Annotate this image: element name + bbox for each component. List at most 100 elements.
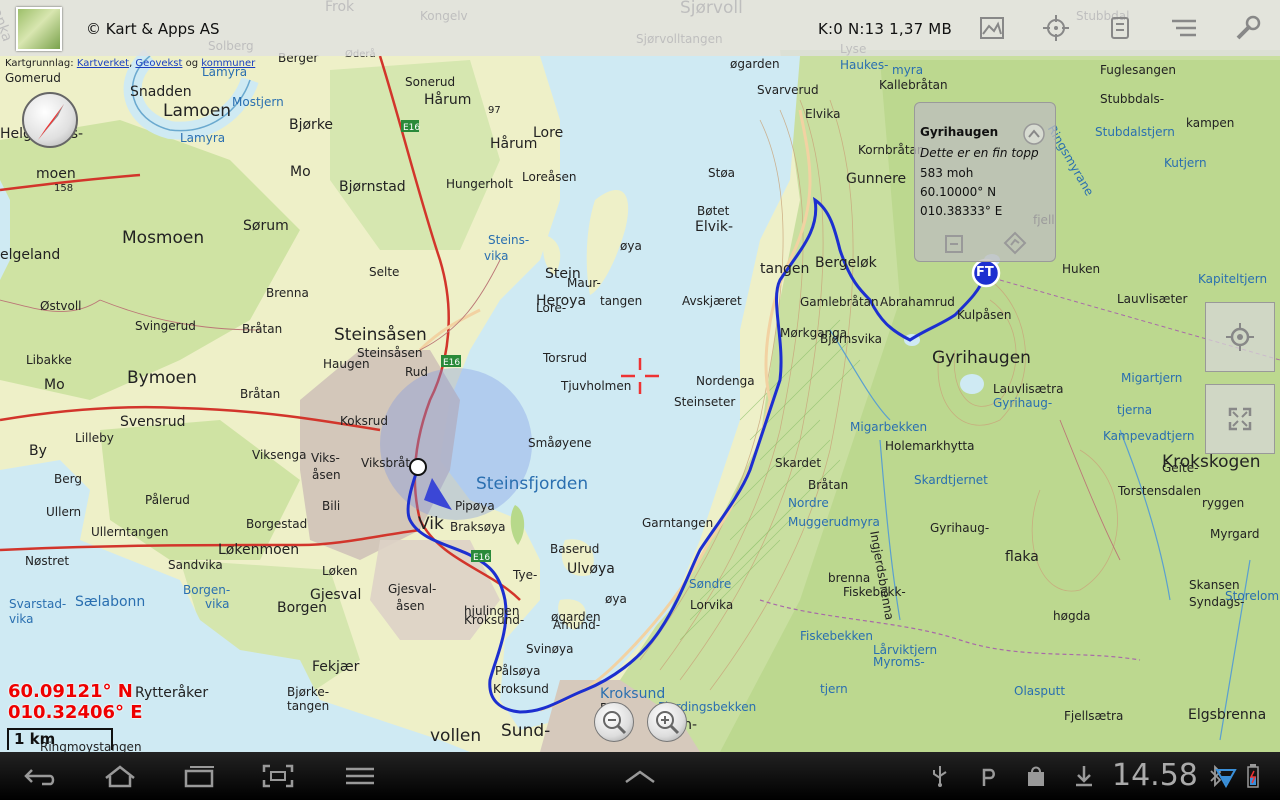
- zoom-out-button[interactable]: [594, 702, 634, 742]
- map-label: Tye-: [513, 568, 538, 582]
- popup-navigate-icon[interactable]: [1003, 231, 1027, 259]
- recent-apps-icon[interactable]: [180, 762, 220, 790]
- map-label: Rud: [405, 365, 429, 379]
- zoom-in-button[interactable]: [647, 702, 687, 742]
- map-label: Migartjern: [1121, 371, 1183, 385]
- map-label: Elvika: [805, 107, 841, 121]
- map-label: Bjørke-: [287, 685, 330, 699]
- chevron-up-icon[interactable]: [620, 762, 660, 790]
- map-label: Skardtjernet: [914, 473, 988, 487]
- map-label: høgda: [1053, 609, 1091, 623]
- map-label: Amund-: [553, 618, 601, 632]
- map-label: Bøtet: [697, 204, 730, 218]
- map-label: Brenna: [266, 286, 309, 300]
- popup-longitude: 010.38333° E: [920, 204, 1003, 218]
- popup-edit-icon[interactable]: [943, 233, 965, 259]
- download-icon: [1064, 762, 1104, 790]
- store-bag-icon: [1016, 762, 1056, 790]
- menu-lines-icon[interactable]: [1170, 14, 1198, 42]
- map-label: Sandvika: [168, 558, 223, 572]
- map-label: Haugen: [323, 357, 370, 371]
- map-label: Kroksund-: [464, 613, 525, 627]
- map-label: By: [29, 443, 47, 459]
- waypoint-info-popup[interactable]: Gyrihaugen Dette er en fin topp 583 moh …: [914, 102, 1056, 262]
- map-label: Elgsbrenna: [1188, 707, 1267, 723]
- map-label: Gjesval-: [388, 582, 437, 596]
- brand-copyright: © Kart & Apps AS: [86, 20, 220, 38]
- menu-icon[interactable]: [340, 762, 380, 790]
- map-label: Vik: [418, 514, 444, 534]
- zoom-in-icon: [656, 711, 680, 735]
- map-label: myra: [892, 63, 924, 77]
- map-label: Fiskebekken: [800, 629, 873, 643]
- gps-target-icon[interactable]: [1042, 14, 1070, 42]
- map-label: Småøyene: [528, 436, 592, 450]
- system-nav-bar: [0, 752, 1280, 800]
- map-label: åsen: [396, 599, 425, 613]
- map-label: Løkenmoen: [218, 542, 300, 558]
- fullscreen-button[interactable]: [1205, 384, 1275, 454]
- map-label: flaka: [1005, 549, 1039, 565]
- compass-button[interactable]: [22, 92, 78, 148]
- map-label: Torstensdalen: [1118, 484, 1202, 498]
- map-label: Haukes-: [840, 58, 889, 72]
- map-label: Lauvlisæter: [1117, 292, 1188, 306]
- settings-wrench-icon[interactable]: [1234, 14, 1262, 42]
- screenshot-icon[interactable]: [258, 762, 298, 790]
- popup-close-icon[interactable]: [1021, 121, 1047, 151]
- map-layers-icon[interactable]: [978, 14, 1006, 42]
- map-label: Sund-: [501, 721, 551, 741]
- map-label: Myrgard: [1210, 527, 1260, 541]
- map-label: Mo: [290, 164, 311, 180]
- map-canvas[interactable]: E16 E16 E16 FrokKongelvSjørvollSjørvollt…: [0, 0, 1280, 753]
- map-label: Svinøya: [526, 642, 574, 656]
- waypoint-badge[interactable]: FT: [976, 266, 994, 279]
- map-label: 97: [488, 105, 501, 116]
- scale-bar: 1 km: [7, 728, 113, 750]
- home-icon[interactable]: [100, 762, 140, 790]
- map-label: Ulvøya: [567, 561, 615, 577]
- top-bar: © Kart & Apps AS K:0 N:13 1,37 MB: [0, 0, 1280, 56]
- map-label: Hårum: [424, 92, 472, 108]
- center-position-button[interactable]: [1205, 302, 1275, 372]
- map-label: Svarstad-: [9, 597, 67, 611]
- link-kartverket[interactable]: Kartverket: [77, 58, 129, 69]
- map-label: Svingerud: [135, 319, 196, 333]
- map-label: Borgen: [277, 600, 328, 616]
- link-kommuner[interactable]: kommuner: [201, 58, 255, 69]
- app-logo-icon[interactable]: [16, 7, 62, 51]
- map-label: Mostjern: [232, 95, 284, 109]
- wifi-icon: [1214, 762, 1238, 790]
- map-label: Lorvika: [690, 598, 734, 612]
- map-label: Bråtan: [240, 387, 281, 401]
- map-label: Skardet: [775, 456, 822, 470]
- map-label: Gyrihaug-: [993, 396, 1053, 410]
- map-label: Kulpåsen: [957, 308, 1012, 322]
- attribution-prefix: Kartgrunnlag:: [5, 58, 77, 69]
- map-label: Nordre: [788, 496, 829, 510]
- map-label: Steinsfjorden: [476, 474, 589, 494]
- popup-elevation: 583 moh: [920, 166, 974, 180]
- map-label: Gomerud: [5, 71, 61, 85]
- map-label: Gyrihaugen: [932, 348, 1031, 368]
- map-label: Geite-: [1162, 461, 1199, 475]
- map-label: Lilleby: [75, 431, 114, 445]
- map-label: Kroksund: [493, 682, 549, 696]
- map-label: Abrahamrud: [880, 295, 955, 309]
- attribution-mid: og: [182, 58, 202, 69]
- map-label: Lauvlisætra: [993, 382, 1064, 396]
- zoom-out-icon: [603, 711, 627, 735]
- map-label: Kallebråtan: [879, 78, 948, 92]
- back-icon[interactable]: [20, 762, 60, 790]
- map-label: Bjørnsvika: [820, 332, 883, 346]
- map-label: tjerna: [1117, 403, 1153, 417]
- map-label: Sælabonn: [75, 594, 146, 610]
- map-label: tangen: [287, 699, 330, 713]
- map-label: Sørum: [243, 218, 289, 234]
- link-geovekst[interactable]: Geovekst: [135, 58, 182, 69]
- position-latitude: 60.09121° N: [8, 681, 133, 702]
- route-shield-e16: E16: [403, 123, 420, 133]
- map-label: Bjørke: [289, 117, 334, 133]
- tools-icon[interactable]: [1106, 14, 1134, 42]
- map-label: Steins-: [488, 233, 530, 247]
